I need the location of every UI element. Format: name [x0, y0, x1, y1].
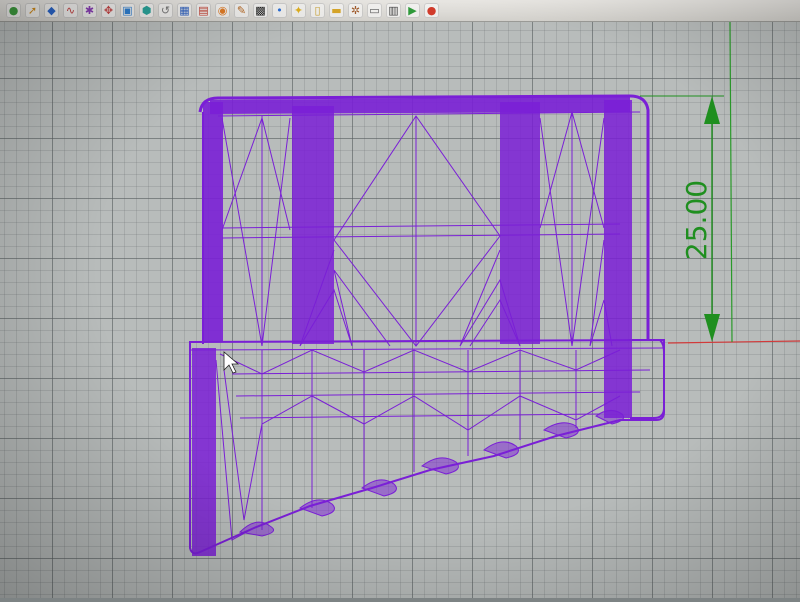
- left-panel-tris: [221, 117, 291, 347]
- tooth-5: [482, 441, 519, 459]
- checker-icon[interactable]: ▩: [253, 3, 268, 18]
- tooth-7: [595, 410, 625, 425]
- folder-icon[interactable]: ▬: [329, 3, 344, 18]
- lower-tri-c: [223, 369, 263, 521]
- x-axis-line: [667, 340, 800, 344]
- dimension-label: 25.00: [680, 180, 713, 260]
- wire-band-lower-left: [192, 348, 216, 556]
- top-rim-band: [210, 97, 630, 114]
- shape-icon[interactable]: ✱: [82, 3, 97, 18]
- lower-tri-b: [261, 374, 621, 431]
- play-icon[interactable]: ▶: [405, 3, 420, 18]
- box-icon[interactable]: ▣: [120, 3, 135, 18]
- mesh-wireframe: [189, 94, 665, 556]
- dimension-arrow-bottom: [704, 314, 720, 342]
- record-icon[interactable]: ●: [424, 3, 439, 18]
- lower-row-1: [231, 369, 651, 375]
- dimension-annotation[interactable]: 25.00: [640, 95, 724, 342]
- tooth-2: [298, 499, 335, 517]
- mouse-cursor: [223, 351, 240, 374]
- pencil-icon[interactable]: ✎: [234, 3, 249, 18]
- grid-icon[interactable]: ▥: [386, 3, 401, 18]
- mid-horizontal: [221, 223, 621, 229]
- move-icon[interactable]: ✥: [101, 3, 116, 18]
- gear-icon[interactable]: ✲: [348, 3, 363, 18]
- curve-icon[interactable]: ∿: [63, 3, 78, 18]
- tooth-1: [238, 521, 275, 537]
- pipe-icon[interactable]: ↺: [158, 3, 173, 18]
- toolbar: ● ➚ ◆ ∿ ✱ ✥ ▣ ⬢ ↺ ▦ ▤ ◉ ✎ ▩ • ✦ ▯ ▬ ✲ ▭ ▥ ▶ ●: [0, 0, 800, 22]
- light-icon[interactable]: ✦: [291, 3, 306, 18]
- wireframe-model: 25.00: [189, 21, 800, 556]
- cube-icon[interactable]: ⬢: [139, 3, 154, 18]
- lower-row-2: [235, 391, 641, 397]
- wire-band-center-right: [500, 102, 540, 344]
- center-diamond: [333, 115, 501, 347]
- mesh-icon[interactable]: ▦: [177, 3, 192, 18]
- arrow-icon[interactable]: ➚: [25, 3, 40, 18]
- layers-icon[interactable]: ◆: [44, 3, 59, 18]
- wire-band-left: [203, 102, 223, 342]
- lock-icon[interactable]: ▯: [310, 3, 325, 18]
- tooth-6: [542, 422, 579, 439]
- y-axis-line: [729, 21, 733, 343]
- lower-top-edge: [189, 347, 665, 351]
- dimension-arrow-top: [704, 96, 720, 124]
- render-icon[interactable]: ◉: [215, 3, 230, 18]
- dot-icon[interactable]: •: [272, 3, 287, 18]
- lower-row-3: [239, 413, 601, 419]
- right-tab: [628, 339, 665, 419]
- tooth-3: [360, 479, 397, 497]
- mid-horizontal-2: [221, 233, 621, 239]
- window-icon[interactable]: ▭: [367, 3, 382, 18]
- sphere-icon[interactable]: ●: [6, 3, 21, 18]
- perspective-viewport[interactable]: 25.00: [0, 21, 800, 598]
- save-icon[interactable]: ▤: [196, 3, 211, 18]
